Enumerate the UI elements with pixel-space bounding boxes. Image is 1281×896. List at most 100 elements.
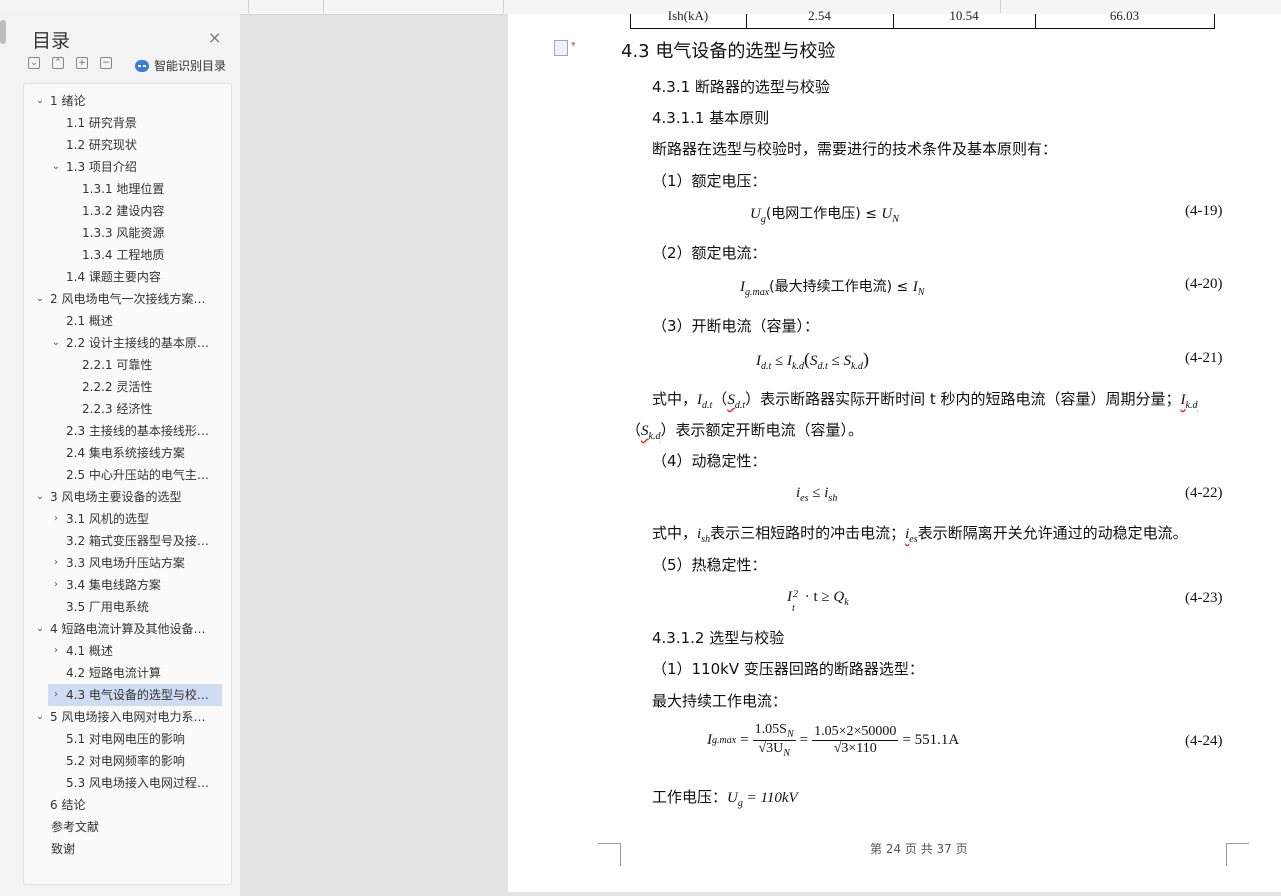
toc-sidebar: 目录 × ⌄ ⌃ + − 智能识别目录 ⌄ 1 绪论 1.1 研究背景 1.2 研究现… — [0, 14, 240, 896]
chevron-down-icon[interactable]: ⌄ — [34, 90, 46, 112]
toc-item[interactable]: ⌄ 1.3 项目介绍 — [24, 156, 231, 178]
close-icon[interactable]: × — [208, 28, 221, 47]
chevron-down-icon[interactable]: ⌄ — [34, 618, 46, 640]
table-cell: Ish(kA) — [667, 8, 709, 23]
toc-item-label: 2.2.2 灵活性 — [82, 380, 153, 394]
toc-item-label: 1.3.1 地理位置 — [82, 182, 165, 196]
chevron-down-icon[interactable]: ⌄ — [34, 706, 46, 728]
chevron-right-icon[interactable]: › — [50, 640, 62, 662]
ruler-segment — [323, 0, 504, 13]
paragraph-working-voltage: 工作电压：Ug = 110kV — [652, 788, 798, 809]
chevron-down-icon[interactable]: ⌄ — [50, 156, 62, 178]
toc-item-label: 致谢 — [51, 842, 76, 856]
paragraph-eq21-desc: 式中，Id.t（Sd.t）表示断路器实际开断时间 t 秒内的短路电流（容量）周期… — [652, 390, 1198, 411]
toc-item[interactable]: 1.3.2 建设内容 — [24, 200, 231, 222]
equation-4-22: ies ≤ ish — [796, 485, 838, 504]
toc-item-label: 4.3 电气设备的选型与校… — [66, 688, 209, 702]
toc-item-label: 5.3 风电场接入电网过程… — [66, 776, 209, 790]
toc-item-label: 参考文献 — [51, 820, 100, 834]
list-item-rated-voltage: （1）额定电压： — [652, 172, 767, 190]
toc-item[interactable]: › 3.3 风电场升压站方案 — [24, 552, 231, 574]
toc-item[interactable]: › 3.4 集电线路方案 — [24, 574, 231, 596]
toc-item[interactable]: 2.3 主接线的基本接线形… — [24, 420, 231, 442]
toc-item-label: 5 风电场接入电网对电力系… — [50, 710, 206, 724]
toc-item[interactable]: 5.3 风电场接入电网过程… — [24, 772, 231, 794]
toc-item[interactable]: 6 结论 — [24, 794, 231, 816]
toc-item[interactable]: 2.1 概述 — [24, 310, 231, 332]
table-cell: 66.03 — [1109, 8, 1140, 23]
toc-item[interactable]: › 4.1 概述 — [24, 640, 231, 662]
toc-item-label: 2.2.3 经济性 — [82, 402, 153, 416]
chevron-right-icon[interactable]: › — [50, 508, 62, 530]
toc-item[interactable]: ⌄ 3 风电场主要设备的选型 — [24, 486, 231, 508]
equation-number: (4-23) — [1185, 590, 1223, 606]
heading-4-3-1-1: 4.3.1.1 基本原则 — [652, 109, 770, 127]
toc-item[interactable]: 1.4 课题主要内容 — [24, 266, 231, 288]
ruler-segment — [248, 0, 324, 13]
toc-item-label: 4 短路电流计算及其他设备… — [50, 622, 206, 636]
table-fragment: Ish(kA) 2.54 10.54 66.03 — [630, 8, 1215, 29]
toc-item-label: 1.3.4 工程地质 — [82, 248, 165, 262]
ai-toc-button[interactable]: 智能识别目录 — [135, 57, 226, 74]
toc-item[interactable]: 1.3.1 地理位置 — [24, 178, 231, 200]
toc-item[interactable]: 2.2.2 灵活性 — [24, 376, 231, 398]
paragraph-eq22-desc: 式中，ish表示三相短路时的冲击电流；ies表示断隔离开关允许通过的动稳定电流。 — [652, 524, 1188, 545]
paragraph-110kv: （1）110kV 变压器回路的断路器选型： — [652, 660, 924, 678]
document-icon[interactable] — [554, 40, 576, 56]
toc-item[interactable]: ⌄ 2 风电场电气一次接线方案… — [24, 288, 231, 310]
table-cell: 2.54 — [808, 8, 831, 23]
toc-item[interactable]: › 3.1 风机的选型 — [24, 508, 231, 530]
paragraph-max-current: 最大持续工作电流： — [652, 692, 788, 710]
toc-item-label: 3.4 集电线路方案 — [66, 578, 161, 592]
toc-item[interactable]: 5.1 对电网电压的影响 — [24, 728, 231, 750]
expand-up-icon[interactable]: ⌃ — [52, 57, 64, 69]
toc-item[interactable]: ⌄ 5 风电场接入电网对电力系… — [24, 706, 231, 728]
equation-4-23: I2t · t ≥ Qk — [787, 589, 849, 614]
toc-item[interactable]: 参考文献 — [24, 816, 231, 838]
toc-item[interactable]: 2.2.3 经济性 — [24, 398, 231, 420]
toc-item-label: 2 风电场电气一次接线方案… — [50, 292, 206, 306]
toc-item-label: 5.1 对电网电压的影响 — [66, 732, 185, 746]
toc-item[interactable]: 致谢 — [24, 838, 231, 860]
toc-item[interactable]: 1.3.4 工程地质 — [24, 244, 231, 266]
toc-item[interactable]: 2.5 中心升压站的电气主… — [24, 464, 231, 486]
heading-4-3-1-2: 4.3.1.2 选型与校验 — [652, 629, 785, 647]
toc-item-label: 3.2 箱式变压器型号及接… — [66, 534, 209, 548]
collapse-all-icon[interactable]: ⌄ — [28, 57, 40, 69]
toc-item-label: 2.1 概述 — [66, 314, 113, 328]
toc-item-label: 2.2.1 可靠性 — [82, 358, 153, 372]
heading-4-3-1: 4.3.1 断路器的选型与校验 — [652, 78, 830, 96]
chevron-down-icon[interactable]: ⌄ — [34, 288, 46, 310]
add-heading-icon[interactable]: + — [76, 57, 88, 69]
toc-item[interactable]: ⌄ 4 短路电流计算及其他设备… — [24, 618, 231, 640]
sidebar-scrollbar[interactable] — [0, 20, 6, 44]
toc-item-label: 3 风电场主要设备的选型 — [50, 490, 182, 504]
toc-item[interactable]: ⌄ 2.2 设计主接线的基本原… — [24, 332, 231, 354]
toc-item-label: 3.1 风机的选型 — [66, 512, 149, 526]
toc-item-label: 3.3 风电场升压站方案 — [66, 556, 185, 570]
page-footer: 第 24 页 共 37 页 — [870, 842, 968, 856]
chevron-down-icon[interactable]: ⌄ — [34, 486, 46, 508]
chevron-down-icon[interactable]: ⌄ — [50, 332, 62, 354]
chevron-right-icon[interactable]: › — [50, 574, 62, 596]
remove-heading-icon[interactable]: − — [100, 57, 112, 69]
toc-item[interactable]: 5.2 对电网频率的影响 — [24, 750, 231, 772]
toc-item[interactable]: 3.2 箱式变压器型号及接… — [24, 530, 231, 552]
toc-item[interactable]: 1.1 研究背景 — [24, 112, 231, 134]
toc-item[interactable]: 2.2.1 可靠性 — [24, 354, 231, 376]
table-cell: 10.54 — [949, 8, 979, 23]
toc-item[interactable]: › 4.3 电气设备的选型与校… — [24, 684, 231, 706]
toc-item[interactable]: 3.5 厂用电系统 — [24, 596, 231, 618]
toc-item-label: 1.4 课题主要内容 — [66, 270, 161, 284]
toc-item[interactable]: 2.4 集电系统接线方案 — [24, 442, 231, 464]
equation-4-24: Ig.max = 1.05SN √3UN = 1.05×2×50000 √3×1… — [707, 722, 960, 759]
toc-item-label: 2.2 设计主接线的基本原… — [66, 336, 209, 350]
toc-item-label: 1.3.2 建设内容 — [82, 204, 165, 218]
toc-item[interactable]: 1.3.3 风能资源 — [24, 222, 231, 244]
chevron-right-icon[interactable]: › — [50, 552, 62, 574]
chevron-right-icon[interactable]: › — [50, 684, 62, 706]
toc-item[interactable]: 1.2 研究现状 — [24, 134, 231, 156]
toc-item[interactable]: ⌄ 1 绪论 — [24, 90, 231, 112]
toc-item[interactable]: 4.2 短路电流计算 — [24, 662, 231, 684]
toc-item-label: 6 结论 — [50, 798, 86, 812]
